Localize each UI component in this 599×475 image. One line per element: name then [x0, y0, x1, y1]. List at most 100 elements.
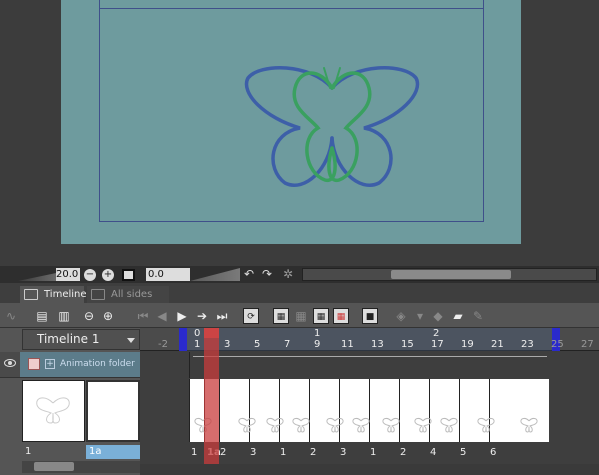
app-window: 20.0 − + 0.0 ↶ ↷ ✲ Timeline All sides vi…: [0, 0, 599, 475]
last-frame-icon[interactable]: ⏭: [214, 308, 230, 324]
new-timeline-icon[interactable]: ▤: [34, 308, 50, 324]
frame-cel-label: 2: [310, 447, 317, 458]
cel-label-row: 1 1a 2 3 1 2 3 1 2 4 5 6: [189, 443, 549, 463]
cel-track[interactable]: [189, 379, 549, 442]
frame-cel-label: 1: [370, 447, 377, 458]
frame-cel-label: 3: [250, 447, 257, 458]
reset-rotation-icon[interactable]: ✲: [283, 268, 293, 281]
camera-icon: [91, 289, 105, 300]
key-frame[interactable]: [219, 379, 220, 442]
onion-skin-icon[interactable]: ■: [362, 308, 378, 324]
cel-label-selected[interactable]: 1a: [86, 445, 140, 459]
specify-cel-icon[interactable]: ▦: [293, 308, 309, 324]
rotate-right-icon[interactable]: ↷: [262, 268, 272, 281]
chevron-down-icon: [127, 338, 135, 343]
ruler-top-label: 1: [314, 328, 321, 339]
ruler-label: -2: [158, 339, 168, 350]
rotate-left-icon[interactable]: ↶: [244, 268, 254, 281]
sync-icon[interactable]: ∿: [3, 308, 19, 324]
clear-cel-icon[interactable]: ▦: [333, 308, 349, 324]
ruler-label: 25: [551, 339, 564, 350]
new-animation-cel-icon[interactable]: ▦: [273, 308, 289, 324]
track-scrollbar[interactable]: [140, 464, 599, 475]
ruler-label: 9: [314, 339, 321, 350]
ruler-label: 17: [431, 339, 444, 350]
zoom-out-icon[interactable]: −: [84, 269, 96, 281]
zoom-out-timeline-icon[interactable]: ⊖: [81, 308, 97, 324]
canvas-horizontal-scrollbar[interactable]: [302, 268, 597, 281]
cel-preview-icon: [440, 418, 458, 433]
frame-cel-label: 3: [340, 447, 347, 458]
ruler-label: 15: [401, 339, 414, 350]
canvas-area[interactable]: [0, 0, 599, 266]
cel-preview-icon: [414, 418, 432, 433]
cel-preview-icon: [326, 418, 344, 433]
animation-folder[interactable]: + Animation folder : 1: [20, 352, 140, 394]
butterfly-drawing: [244, 66, 420, 187]
start-frame-marker[interactable]: [179, 328, 187, 351]
play-icon[interactable]: ▶: [174, 308, 190, 324]
zoom-in-timeline-icon[interactable]: ⊕: [100, 308, 116, 324]
pencil-icon[interactable]: ✎: [470, 308, 486, 324]
cel-thumbnail[interactable]: [22, 380, 85, 442]
timeline-select[interactable]: Timeline 1: [22, 329, 140, 350]
playhead[interactable]: [204, 328, 219, 475]
eye-icon[interactable]: [4, 359, 16, 367]
ruler-label: 13: [371, 339, 384, 350]
cel-preview-icon: [382, 418, 400, 433]
rotation-value[interactable]: 0.0: [146, 268, 190, 281]
tab-timeline[interactable]: Timeline: [20, 286, 87, 303]
panel-tabs: Timeline All sides view: [0, 283, 599, 317]
edit-keyframe-icon[interactable]: ▰: [450, 308, 466, 324]
ruler-top-label: 0: [194, 328, 201, 339]
fit-icon[interactable]: [122, 269, 135, 281]
frame-cel-label: 6: [490, 447, 497, 458]
ruler-label: 27: [581, 339, 594, 350]
next-frame-icon[interactable]: ➔: [194, 308, 210, 324]
keyframe-icon[interactable]: ◆: [430, 308, 446, 324]
frame-cel-label: 2: [220, 447, 227, 458]
thumbnail-scrollbar[interactable]: [22, 461, 140, 473]
ruler-label: 23: [521, 339, 534, 350]
cel-preview-icon: [477, 418, 495, 433]
expand-icon[interactable]: +: [45, 359, 55, 369]
cel-preview-icon: [266, 418, 284, 433]
timeline-toolbar: ∿ ▤ ▥ ⊖ ⊕ ⏮ ◀ ▶ ➔ ⏭ ⟳ ▦ ▦ ▦ ▦ ■ ◈ ▾ ◆ ▰ …: [0, 303, 599, 328]
folder-icon: [28, 358, 40, 370]
frame-cel-label: 1: [280, 447, 287, 458]
ruler-label: 1: [194, 339, 201, 350]
timeline-panel: Timeline All sides view ∿ ▤ ▥ ⊖ ⊕ ⏮ ◀ ▶ …: [0, 283, 599, 475]
ruler-label: 7: [284, 339, 291, 350]
frame-track-area[interactable]: 0 2 1 2 -2 1 3 5 7 9 11 13 15 17 19 21 2…: [140, 328, 599, 475]
ruler-label: 19: [461, 339, 474, 350]
zoom-in-icon[interactable]: +: [102, 269, 114, 281]
zoom-bar: 20.0 − + 0.0 ↶ ↷ ✲: [0, 266, 599, 283]
cel-preview-icon: [352, 418, 370, 433]
rotation-slider[interactable]: [190, 268, 240, 281]
ruler-label: 3: [224, 339, 231, 350]
zoom-value[interactable]: 20.0: [56, 268, 80, 281]
cel-preview-icon: [238, 418, 256, 433]
ruler-label: 5: [254, 339, 261, 350]
cel-label[interactable]: 1: [22, 445, 84, 459]
tab-all-sides-view[interactable]: All sides view: [87, 286, 169, 317]
first-frame-icon[interactable]: ⏮: [135, 308, 151, 324]
cel-preview-icon: [292, 418, 310, 433]
ruler-label: 21: [491, 339, 504, 350]
loop-icon[interactable]: ⟳: [243, 308, 259, 324]
layer-row[interactable]: + Animation folder : 1: [0, 352, 140, 394]
prev-frame-icon[interactable]: ◀: [154, 308, 170, 324]
cel-thumbnail-selected[interactable]: [86, 380, 140, 442]
delete-cel-icon[interactable]: ▦: [313, 308, 329, 324]
folder-track[interactable]: [189, 352, 549, 378]
timeline-icon: [24, 289, 38, 300]
dropdown-arrow-icon[interactable]: ▾: [412, 308, 428, 324]
playhead-handle[interactable]: [204, 328, 219, 338]
frame-cel-label: 4: [430, 447, 437, 458]
edit-timeline-icon[interactable]: ▥: [56, 308, 72, 324]
frame-cel-label: 2: [400, 447, 407, 458]
frame-cel-label: 5: [460, 447, 467, 458]
light-table-icon[interactable]: ◈: [393, 308, 409, 324]
ruler-top-label: 2: [433, 328, 440, 339]
cel-preview-icon: [520, 418, 538, 433]
